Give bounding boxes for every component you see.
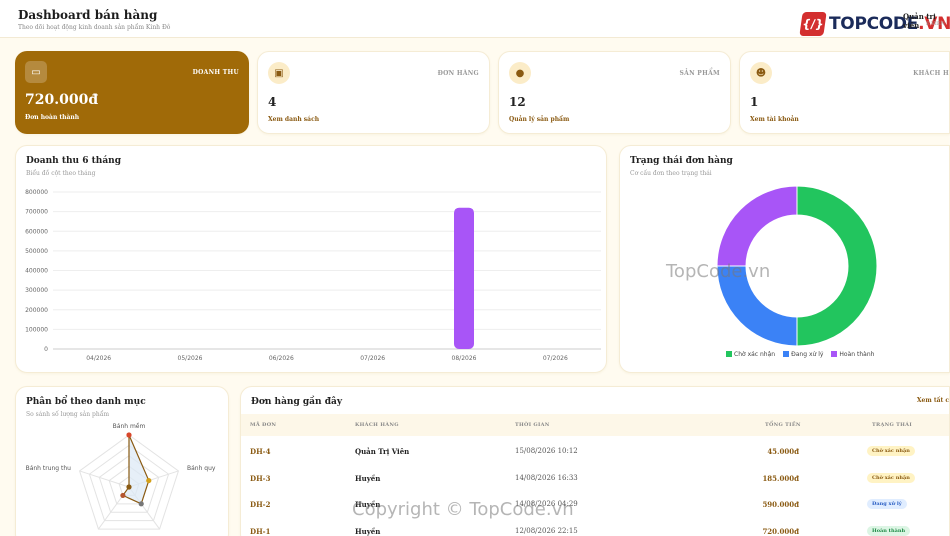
stat-label: KHÁCH H (913, 70, 949, 77)
table-row[interactable]: DH-3 Huyền 14/08/2026 16:33 185.000đ Chờ xác… (241, 465, 949, 491)
logo-mark-icon: {/} (799, 12, 827, 36)
y-tick-label: 700000 (25, 209, 48, 216)
x-tick-label: 07/2026 (543, 355, 568, 362)
recent-orders-panel: Đơn hàng gần đây Xem tất c MÃ ĐƠN KHÁCH … (240, 386, 950, 536)
category-chart-panel: Phân bổ theo danh mục So sánh số lượng s… (15, 386, 229, 536)
table-header: MÃ ĐƠN KHÁCH HÀNG THỜI GIAN TỔNG TIỀN TR… (241, 414, 949, 436)
radar-point (138, 501, 144, 507)
order-id[interactable]: DH-4 (250, 447, 270, 456)
page-title: Dashboard bán hàng (18, 8, 158, 22)
wallet-icon: ▭ (25, 61, 47, 83)
status-badge: Đang xử lý (867, 499, 907, 509)
stat-value: 12 (509, 95, 526, 109)
y-tick-label: 600000 (25, 228, 48, 235)
stat-card-revenue[interactable]: ▭ DOANH THU 720.000đ Đơn hoàn thành (15, 51, 249, 134)
donut-slice (796, 185, 878, 347)
order-total: 590.000đ (762, 500, 799, 509)
box-icon: ▣ (268, 62, 290, 84)
stat-card-customers[interactable]: ☻ KHÁCH H 1 Xem tài khoản (739, 51, 950, 134)
x-tick-label: 07/2026 (360, 355, 385, 362)
table-row[interactable]: DH-4 Quản Trị Viên 15/08/2026 10:12 45.000đ… (241, 438, 949, 464)
revenue-bar-chart: 0 100000 200000 300000 400000 500000 600000 700… (25, 189, 601, 362)
table-row[interactable]: DH-1 Huyền 12/08/2026 22:15 720.000đ Hoàn th… (241, 518, 949, 536)
order-time: 14/08/2026 04:29 (515, 500, 578, 508)
order-id[interactable]: DH-2 (250, 500, 270, 509)
legend-item[interactable]: Đang xử lý (783, 351, 823, 358)
y-tick-label: 0 (44, 346, 48, 353)
radar-point (146, 477, 152, 484)
status-chart-panel: Trạng thái đơn hàng Cơ cấu đơn theo trạn… (619, 145, 950, 373)
stat-link[interactable]: Xem tài khoản (750, 116, 799, 123)
status-donut-chart (716, 185, 878, 347)
radar-point (126, 432, 132, 438)
status-badge: Hoàn thành (867, 525, 911, 536)
order-time: 12/08/2026 22:15 (515, 526, 578, 535)
stat-link[interactable]: Đơn hoàn thành (25, 114, 79, 121)
stat-value: 4 (268, 95, 277, 109)
cookie-icon: ● (509, 62, 531, 84)
y-tick-label: 200000 (25, 307, 48, 314)
legend-item[interactable]: Hoàn thành (831, 351, 874, 358)
users-icon: ☻ (750, 62, 772, 84)
radar-axis-label: Bánh mềm (113, 422, 146, 430)
order-id[interactable]: DH-3 (250, 474, 270, 483)
top-header: Dashboard bán hàng Theo dõi hoạt động ki… (0, 0, 950, 38)
see-all-link[interactable]: Xem tất c (917, 397, 949, 404)
radar-axis-label: Bánh quy (187, 465, 216, 472)
revenue-chart-panel: Doanh thu 6 tháng Biểu đồ cột theo tháng… (15, 145, 607, 373)
column-header[interactable]: THỜI GIAN (515, 422, 550, 428)
column-header[interactable]: TỔNG TIỀN (765, 422, 801, 428)
status-badge: Chờ xác nhận (867, 446, 915, 456)
x-tick-label: 08/2026 (452, 355, 477, 362)
stat-label: SẢN PHẨM (679, 70, 720, 77)
legend-item[interactable]: Chờ xác nhận (726, 351, 775, 358)
order-time: 15/08/2026 10:12 (515, 447, 578, 455)
order-time: 14/08/2026 16:33 (515, 473, 578, 482)
chart-legend: Chờ xác nhận Đang xử lý Hoàn thành (726, 351, 874, 358)
customer-name: Huyền (355, 526, 381, 536)
table-row[interactable]: DH-2 Huyền 14/08/2026 04:29 590.000đ Đang xử… (241, 491, 949, 517)
customer-name: Quản Trị Viên (355, 447, 410, 456)
radar-axis-label: Bánh trung thu (26, 465, 72, 472)
user-role: E VIÊN (926, 21, 945, 27)
y-tick-label: 300000 (25, 287, 48, 294)
order-total: 720.000đ (762, 526, 799, 536)
page-subtitle: Theo dõi hoạt động kinh doanh sản phẩm K… (18, 24, 171, 31)
radar-area (121, 434, 150, 505)
y-tick-label: 100000 (25, 326, 48, 333)
radar-point (126, 484, 132, 490)
order-id[interactable]: DH-1 (250, 527, 270, 536)
status-badge: Chờ xác nhận (867, 472, 915, 483)
stat-link[interactable]: Quản lý sản phẩm (509, 116, 569, 123)
column-header[interactable]: KHÁCH HÀNG (355, 422, 399, 428)
x-tick-label: 04/2026 (86, 355, 111, 362)
x-tick-label: 05/2026 (178, 355, 203, 362)
order-total: 45.000đ (767, 447, 799, 456)
stat-label: ĐƠN HÀNG (437, 70, 479, 77)
stat-card-orders[interactable]: ▣ ĐƠN HÀNG 4 Xem danh sách (257, 51, 490, 134)
stat-value: 1 (750, 95, 759, 109)
donut-slice (716, 185, 798, 267)
stat-link[interactable]: Xem danh sách (268, 116, 319, 123)
order-total: 185.000đ (762, 473, 799, 483)
column-header[interactable]: MÃ ĐƠN (250, 422, 276, 428)
y-tick-label: 500000 (25, 248, 48, 255)
y-tick-label: 400000 (25, 268, 48, 275)
category-radar-chart: Bánh mềm Bánh quy Bánh trung thu (26, 422, 216, 530)
stat-label: DOANH THU (192, 69, 239, 76)
column-header[interactable]: TRẠNG THÁI (872, 422, 912, 428)
stat-card-products[interactable]: ● SẢN PHẨM 12 Quản lý sản phẩm (498, 51, 731, 134)
radar-point (120, 492, 126, 499)
customer-name: Huyền (355, 500, 381, 509)
customer-name: Huyền (355, 473, 381, 483)
y-tick-label: 800000 (25, 189, 48, 196)
stat-value: 720.000đ (25, 92, 99, 108)
x-tick-label: 06/2026 (269, 355, 294, 362)
revenue-bar (454, 207, 474, 349)
donut-slice (716, 265, 798, 347)
panel-title: Đơn hàng gần đây (251, 397, 343, 407)
